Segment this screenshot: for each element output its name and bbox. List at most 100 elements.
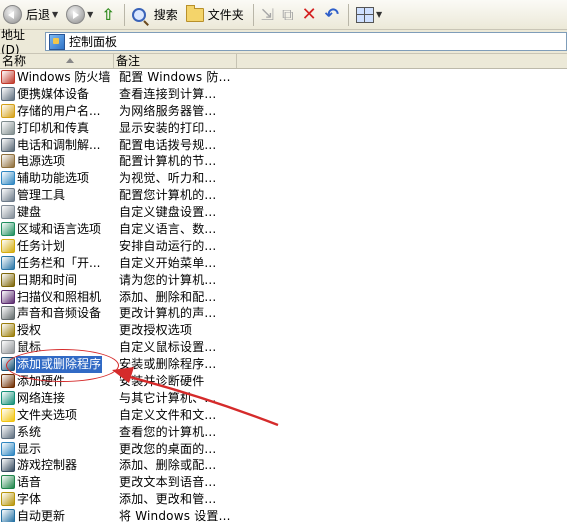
list-item[interactable]: Windows 防火墙 配置 Windows 防... (0, 69, 567, 86)
list-item[interactable]: 字体 添加、更改和管... (0, 491, 567, 508)
list-item[interactable]: 管理工具 配置您计算机的... (0, 187, 567, 204)
list-item-description: 显示安装的打印... (119, 120, 217, 135)
toolbar-divider (123, 3, 125, 26)
list-item[interactable]: 任务计划 安排自动运行的... (0, 238, 567, 255)
list-item-icon (1, 390, 15, 405)
list-item-name: 文件夹选项 (17, 407, 78, 422)
list-item-description: 配置电话拨号规... (119, 137, 217, 152)
list-item[interactable]: 文件夹选项 自定义文件和文... (0, 407, 567, 424)
forward-arrow-icon (66, 5, 86, 24)
list-item[interactable]: 打印机和传真 显示安装的打印... (0, 120, 567, 137)
list-item-icon (1, 272, 15, 287)
move-to-button[interactable]: ⇲ (258, 3, 277, 27)
folders-button[interactable]: 文件夹 (183, 3, 247, 27)
list-item[interactable]: 辅助功能选项 为视觉、听力和... (0, 170, 567, 187)
list-item[interactable]: 扫描仪和照相机 添加、删除和配... (0, 289, 567, 306)
list-item-icon (1, 441, 15, 456)
list-item-icon (1, 475, 15, 490)
undo-button[interactable]: ↶ (322, 3, 342, 27)
list-item-description: 更改计算机的声... (119, 306, 217, 321)
list-item[interactable]: 网络连接 与其它计算机、... (0, 390, 567, 407)
list-item-icon (1, 492, 15, 507)
search-label: 搜索 (153, 8, 178, 22)
list-item-name: 存储的用户名... (17, 103, 101, 118)
list-item[interactable]: 声音和音频设备 更改计算机的声... (0, 305, 567, 322)
list-item-name: 日期和时间 (17, 272, 78, 287)
copy-to-icon: ⧉ (282, 4, 294, 24)
delete-icon: ✕ (301, 4, 317, 25)
list-item-description: 添加、更改和管... (119, 492, 217, 507)
list-item-name: 声音和音频设备 (17, 306, 102, 321)
list-item[interactable]: 任务栏和「开... 自定义开始菜单... (0, 255, 567, 272)
chevron-down-icon[interactable]: ▼ (376, 10, 382, 19)
list-item-name: Windows 防火墙 (17, 70, 111, 84)
column-header-filler (237, 54, 567, 68)
views-button[interactable]: ▼ (353, 3, 385, 27)
list-item[interactable]: 便携媒体设备 查看连接到计算... (0, 86, 567, 103)
list-item[interactable]: 存储的用户名... 为网络服务器管... (0, 103, 567, 120)
forward-button[interactable]: ▼ (63, 3, 96, 27)
list-item[interactable]: 鼠标 自定义鼠标设置... (0, 339, 567, 356)
list-item-icon (1, 86, 15, 101)
list-item-description: 更改文本到语音... (119, 475, 217, 490)
address-value: 控制面板 (69, 35, 118, 49)
list-item-description: 更改授权选项 (119, 323, 193, 338)
list-item-name: 字体 (17, 492, 42, 507)
delete-button[interactable]: ✕ (299, 3, 320, 27)
list-item-name: 管理工具 (17, 188, 66, 203)
chevron-down-icon[interactable]: ▼ (52, 10, 58, 19)
list-item[interactable]: 系统 查看您的计算机... (0, 424, 567, 441)
folder-icon (185, 4, 204, 22)
list-item-name: 扫描仪和照相机 (17, 289, 102, 304)
list-item[interactable]: 区域和语言选项 自定义语言、数... (0, 221, 567, 238)
list-item-icon (1, 255, 15, 270)
list-item-name: 网络连接 (17, 390, 66, 405)
address-input[interactable]: 控制面板 (45, 32, 567, 51)
list-item-description: 自定义文件和文... (119, 407, 217, 422)
column-header-description-label: 备注 (116, 54, 141, 68)
list-item-name: 辅助功能选项 (17, 171, 90, 186)
list-item-name: 系统 (17, 424, 42, 439)
list-item[interactable]: 添加或删除程序 安装或删除程序... (0, 356, 567, 374)
list-item[interactable]: 日期和时间 请为您的计算机... (0, 272, 567, 289)
list-item-icon (1, 289, 15, 304)
back-button[interactable]: 后退 ▼ (0, 3, 61, 27)
list-item-name: 打印机和传真 (17, 120, 90, 135)
column-header-description[interactable]: 备注 (114, 54, 237, 68)
list-item[interactable]: 添加硬件 安装并诊断硬件 (0, 373, 567, 390)
list-item[interactable]: 电话和调制解... 配置电话拨号规... (0, 137, 567, 154)
list-item-name: 语音 (17, 475, 42, 490)
control-panel-icon (49, 33, 65, 50)
list-item[interactable]: 电源选项 配置计算机的节... (0, 153, 567, 170)
list-item[interactable]: 显示 更改您的桌面的... (0, 441, 567, 458)
list-item[interactable]: 授权 更改授权选项 (0, 322, 567, 339)
list-item-icon (1, 120, 15, 135)
list-item-name: 任务栏和「开... (17, 255, 101, 270)
column-header-name[interactable]: 名称 (0, 54, 114, 68)
list-item-name: 鼠标 (17, 340, 42, 355)
list-item-description: 安装并诊断硬件 (119, 374, 205, 389)
list-item-description: 添加、删除或配... (119, 458, 217, 473)
copy-to-button[interactable]: ⧉ (279, 3, 296, 27)
search-button[interactable]: 搜索 (129, 3, 181, 27)
list-item-icon (1, 509, 15, 522)
list-item-icon (1, 357, 15, 372)
list-item-icon (1, 340, 15, 355)
chevron-down-icon[interactable]: ▼ (87, 10, 93, 19)
back-arrow-icon (3, 5, 22, 24)
list-item-description: 请为您的计算机... (119, 272, 217, 287)
list-item[interactable]: 键盘 自定义键盘设置... (0, 204, 567, 221)
list-item-description: 为视觉、听力和... (119, 171, 217, 186)
up-folder-button[interactable]: ⇧ (98, 3, 117, 27)
list-item-description: 自定义键盘设置... (119, 205, 217, 220)
list-item[interactable]: 语音 更改文本到语音... (0, 474, 567, 491)
list-item-name: 游戏控制器 (17, 458, 78, 473)
list-item[interactable]: 游戏控制器 添加、删除或配... (0, 457, 567, 474)
list-item[interactable]: 自动更新 将 Windows 设置... (0, 508, 567, 522)
list-item-description: 查看连接到计算... (119, 86, 217, 101)
list-item-description: 查看您的计算机... (119, 424, 217, 439)
list-item-icon (1, 407, 15, 422)
list-item-icon (1, 374, 15, 389)
list-item-description: 配置您计算机的... (119, 188, 217, 203)
toolbar-divider (252, 3, 254, 26)
